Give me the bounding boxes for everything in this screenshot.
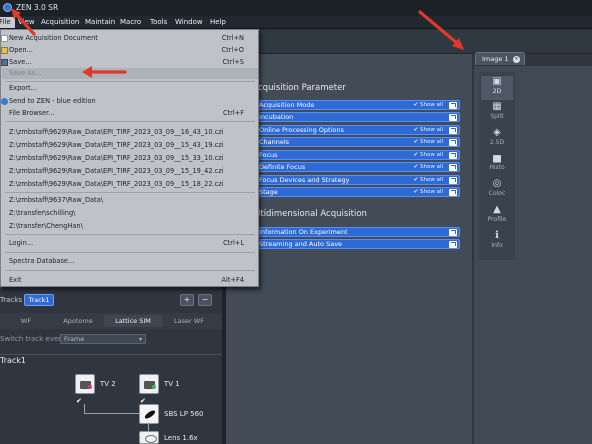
- arrow-to-image-tab: [418, 10, 460, 46]
- annotation-arrows: [11, 8, 464, 78]
- arrow-to-file-menu: [14, 12, 36, 36]
